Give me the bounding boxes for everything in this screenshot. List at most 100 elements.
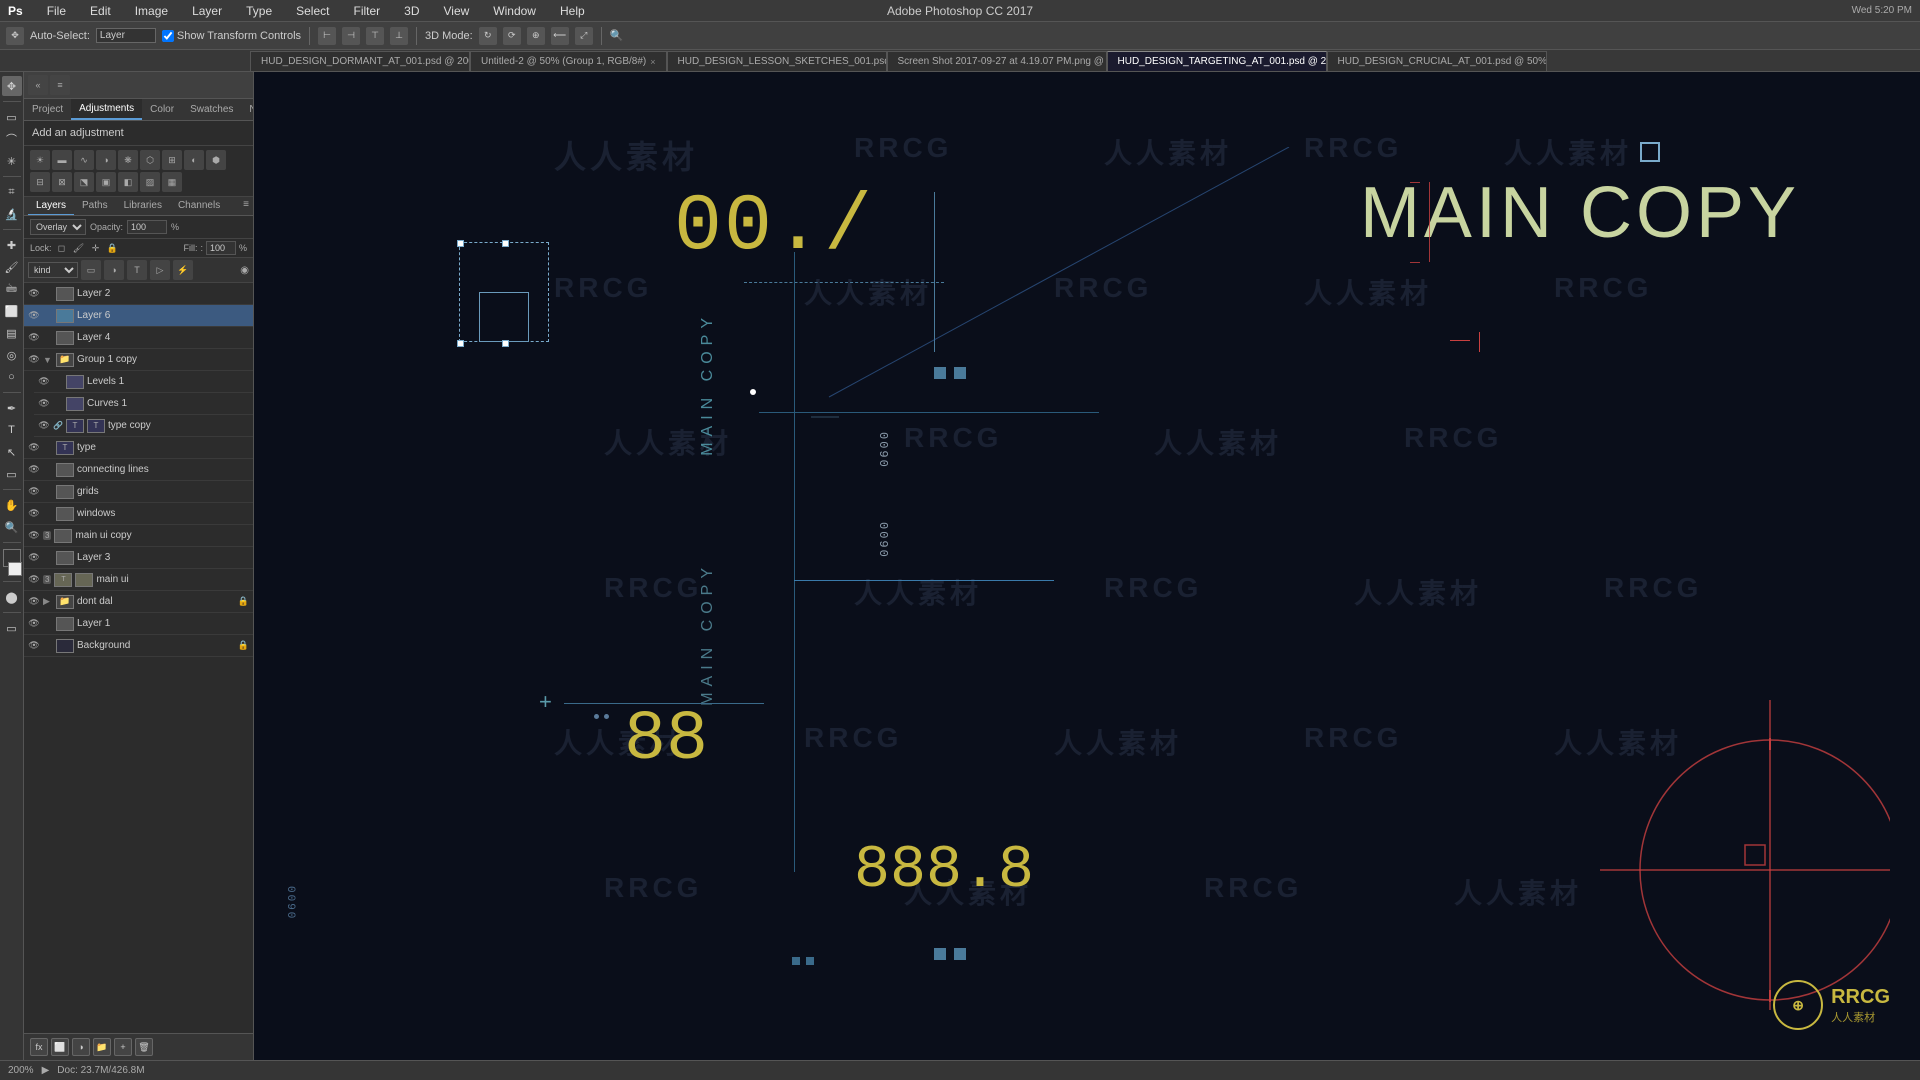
tab-1[interactable]: Untitled-2 @ 50% (Group 1, RGB/8#) ×	[470, 51, 667, 71]
tab-navigator[interactable]: Navigator	[241, 99, 254, 120]
tool-zoom[interactable]: 🔍	[2, 517, 22, 537]
layer-item-group[interactable]: 👁 ▼ 📁 Group 1 copy	[24, 349, 253, 371]
libraries-tab[interactable]: Libraries	[116, 197, 170, 215]
panel-btn-fx[interactable]: fx	[30, 1038, 48, 1056]
channels-tab[interactable]: Channels	[170, 197, 228, 215]
panel-btn-new[interactable]: +	[114, 1038, 132, 1056]
layer-vis-icon[interactable]: 👁	[38, 398, 50, 410]
lock-all-icon[interactable]: 🔒	[106, 241, 120, 255]
menu-filter[interactable]: Filter	[349, 2, 384, 20]
tab-adjustments[interactable]: Adjustments	[71, 99, 142, 120]
layer-item[interactable]: 👁 connecting lines	[24, 459, 253, 481]
tool-text[interactable]: T	[2, 420, 22, 440]
adj-color-lookup[interactable]: ⊠	[52, 172, 72, 192]
tool-path-select[interactable]: ↖	[2, 442, 22, 462]
layer-item[interactable]: 👁 3 T main ui	[24, 569, 253, 591]
layer-vis-icon[interactable]: 👁	[38, 420, 50, 432]
menu-image[interactable]: Image	[131, 2, 172, 20]
layer-item-group[interactable]: 👁 ▶ 📁 dont dal 🔒	[24, 591, 253, 613]
tool-heal[interactable]: ✚	[2, 235, 22, 255]
tool-screen-mode[interactable]: ▭	[2, 618, 22, 638]
tool-lasso[interactable]: ⌒	[2, 129, 22, 149]
tool-marquee[interactable]: ▭	[2, 107, 22, 127]
transform-handle-tr[interactable]	[502, 240, 509, 247]
adj-invert[interactable]: ⬔	[74, 172, 94, 192]
adj-threshold[interactable]: ◧	[118, 172, 138, 192]
adj-color-balance[interactable]: ⊞	[162, 150, 182, 170]
align-left-icon[interactable]: ⊢	[318, 27, 336, 45]
tool-gradient[interactable]: ▤	[2, 323, 22, 343]
panel-btn-adjustment[interactable]: ◑	[72, 1038, 90, 1056]
layer-vis-icon[interactable]: 👁	[28, 530, 40, 542]
background-color[interactable]	[8, 562, 22, 576]
tab-color[interactable]: Color	[142, 99, 182, 120]
layer-item[interactable]: 👁 Levels 1	[34, 371, 253, 393]
menu-type[interactable]: Type	[242, 2, 276, 20]
adj-black-white[interactable]: ◐	[184, 150, 204, 170]
layer-vis-icon[interactable]: 👁	[28, 464, 40, 476]
layer-item[interactable]: 👁 Layer 4	[24, 327, 253, 349]
show-transform-checkbox[interactable]	[162, 30, 174, 42]
tool-pen[interactable]: ✒	[2, 398, 22, 418]
adj-gradient-map[interactable]: ▨	[140, 172, 160, 192]
adj-posterize[interactable]: ▣	[96, 172, 116, 192]
layer-vis-icon[interactable]: 👁	[28, 508, 40, 520]
layer-vis-icon[interactable]: 👁	[28, 310, 40, 322]
layer-item[interactable]: 👁 🔗 T T type copy	[34, 415, 253, 437]
menu-help[interactable]: Help	[556, 2, 589, 20]
tab-0[interactable]: HUD_DESIGN_DORMANT_AT_001.psd @ 200% (La…	[250, 51, 470, 71]
layer-vis-icon[interactable]: 👁	[28, 332, 40, 344]
3d-roll-icon[interactable]: ⟳	[503, 27, 521, 45]
layer-vis-icon[interactable]: 👁	[28, 574, 40, 586]
opacity-input[interactable]	[127, 220, 167, 234]
layer-item[interactable]: 👁 Layer 1	[24, 613, 253, 635]
layer-vis-icon[interactable]: 👁	[28, 552, 40, 564]
align-right-icon[interactable]: ⊤	[366, 27, 384, 45]
tab-3[interactable]: Screen Shot 2017-09-27 at 4.19.07 PM.png…	[887, 51, 1107, 71]
filter-text-icon[interactable]: T	[127, 260, 147, 280]
paths-tab[interactable]: Paths	[74, 197, 116, 215]
adj-vibrance[interactable]: ❋	[118, 150, 138, 170]
canvas-area[interactable]: 人人素材 RRCG 人人素材 RRCG 人人素材 RRCG 人人素材 RRCG …	[254, 72, 1920, 1060]
adj-brightness[interactable]: ☀	[30, 150, 50, 170]
filter-pixel-icon[interactable]: ▭	[81, 260, 101, 280]
auto-select-input[interactable]	[96, 28, 156, 43]
lock-image-icon[interactable]: 🖌	[72, 241, 86, 255]
tool-crop[interactable]: ⌗	[2, 182, 22, 202]
transform-handle-bl[interactable]	[457, 340, 464, 347]
filter-toggle[interactable]: ◉	[240, 265, 249, 276]
blending-mode-select[interactable]: Overlay	[30, 219, 86, 235]
menu-view[interactable]: View	[440, 2, 474, 20]
layer-filter-type[interactable]: kind name	[28, 262, 78, 278]
group-collapse-icon[interactable]: ▶	[43, 596, 53, 607]
align-center-icon[interactable]: ⊣	[342, 27, 360, 45]
tool-eraser[interactable]: ⬜	[2, 301, 22, 321]
adj-channel-mixer[interactable]: ⊟	[30, 172, 50, 192]
layer-vis-icon[interactable]: 👁	[28, 486, 40, 498]
3d-pan-icon[interactable]: ⊕	[527, 27, 545, 45]
filter-adj-icon[interactable]: ◑	[104, 260, 124, 280]
lock-pixels-icon[interactable]: ◻	[55, 241, 69, 255]
transform-handle-br[interactable]	[502, 340, 509, 347]
search-icon[interactable]: 🔍	[610, 29, 624, 42]
tab-2[interactable]: HUD_DESIGN_LESSON_SKETCHES_001.psd @ 50%…	[667, 51, 887, 71]
adj-exposure[interactable]: ◑	[96, 150, 116, 170]
menu-edit[interactable]: Edit	[86, 2, 115, 20]
tool-move[interactable]: ✥	[2, 76, 22, 96]
tool-dodge[interactable]: ○	[2, 367, 22, 387]
transform-handle-tl[interactable]	[457, 240, 464, 247]
layer-item[interactable]: 👁 3 main ui copy	[24, 525, 253, 547]
adj-selective-color[interactable]: ▦	[162, 172, 182, 192]
menu-layer[interactable]: Layer	[188, 2, 226, 20]
tool-eyedropper[interactable]: 🔬	[2, 204, 22, 224]
tab-1-close[interactable]: ×	[650, 57, 655, 67]
adj-levels[interactable]: ▬	[52, 150, 72, 170]
panel-btn-mask[interactable]: ⬜	[51, 1038, 69, 1056]
layer-item[interactable]: 👁 Layer 3	[24, 547, 253, 569]
3d-rotate-icon[interactable]: ↻	[479, 27, 497, 45]
tool-brush[interactable]: 🖌	[2, 257, 22, 277]
layer-vis-icon[interactable]: 👁	[28, 442, 40, 454]
menu-window[interactable]: Window	[489, 2, 540, 20]
filter-smart-icon[interactable]: ⚡	[173, 260, 193, 280]
layer-vis-icon[interactable]: 👁	[28, 618, 40, 630]
